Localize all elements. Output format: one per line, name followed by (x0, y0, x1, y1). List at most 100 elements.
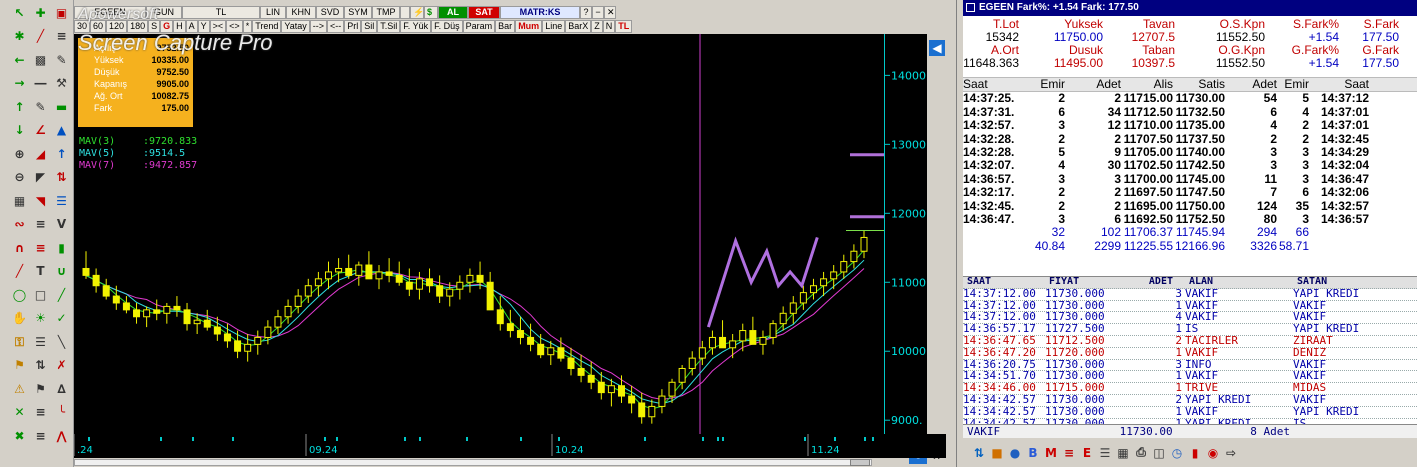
candle[interactable] (153, 299, 161, 321)
mail-icon[interactable]: M (1043, 445, 1059, 461)
candle[interactable] (527, 323, 535, 352)
cross-icon[interactable]: ✖ (10, 426, 29, 445)
fork-icon[interactable]: ⋀ (52, 426, 71, 445)
magnify-minus-icon[interactable]: ⊖ (10, 168, 29, 187)
order-book-row[interactable]: 14:36:57. 3 3 11700.00 11745.00 11 3 14:36:47 (963, 173, 1417, 186)
candle[interactable] (516, 316, 524, 345)
list-icon[interactable]: ≡ (1061, 445, 1077, 461)
slash-icon[interactable]: ╱ (52, 285, 71, 304)
check-icon[interactable]: ✓ (52, 309, 71, 328)
pitch-icon[interactable]: ≡ (31, 238, 50, 257)
magnify-plus-icon[interactable]: ⊕ (10, 144, 29, 163)
candle[interactable] (203, 309, 211, 331)
candle[interactable] (324, 261, 332, 290)
globe-icon[interactable]: ● (1007, 445, 1023, 461)
arrow-left-icon[interactable]: ◀ (929, 40, 945, 56)
candle[interactable] (719, 320, 727, 349)
candle[interactable] (335, 258, 343, 283)
tools-icon[interactable]: ⚒ (52, 74, 71, 93)
trade-row[interactable]: 14:37:12.00 11730.000 1 VAKIF VAKIF (963, 301, 1417, 313)
order-book-row[interactable]: 14:32:28. 5 9 11705.00 11740.00 3 3 14:34:29 (963, 146, 1417, 159)
candle[interactable] (860, 230, 868, 259)
layout-icon[interactable]: ◫ (1151, 445, 1167, 461)
order-book-row[interactable]: 14:32:57. 3 12 11710.00 11735.00 4 2 14:37:01 (963, 119, 1417, 132)
bold-b-icon[interactable]: B (1025, 445, 1041, 461)
arrow-down-icon[interactable]: ↓ (10, 121, 29, 140)
list-icon[interactable]: ☰ (52, 191, 71, 210)
trade-row[interactable]: 14:34:51.70 11730.000 1 VAKIF VAKIF (963, 371, 1417, 384)
help-icon[interactable]: ? (580, 6, 592, 19)
arrow-right-icon[interactable]: → (10, 74, 29, 93)
trade-row[interactable]: 14:34:42.57 11730.000 2 YAPI KREDI VAKIF (963, 395, 1417, 407)
candle[interactable] (830, 265, 838, 290)
trade-row[interactable]: 14:37:12.00 11730.000 4 VAKIF VAKIF (963, 312, 1417, 325)
export-icon[interactable]: ⇨ (1223, 445, 1239, 461)
order-book-row[interactable]: 14:37:31. 6 34 11712.50 11732.50 6 4 14:37:01 (963, 106, 1417, 119)
candle[interactable] (577, 354, 585, 383)
stack-icon[interactable]: ☰ (31, 332, 50, 351)
candle[interactable] (607, 378, 615, 407)
toolbar-button-fyk[interactable]: F. Yük (400, 20, 432, 33)
order-book-row[interactable]: 14:32:07. 4 30 11702.50 11742.50 3 3 14:32:04 (963, 159, 1417, 172)
candle[interactable] (789, 296, 797, 324)
cursor-icon[interactable]: ↖ (10, 3, 29, 22)
fib-icon[interactable]: ≡ (52, 27, 71, 46)
chart-canvas[interactable] (74, 34, 884, 434)
candlestick-chart[interactable] (74, 34, 884, 434)
candle[interactable] (163, 302, 171, 324)
fan-icon[interactable]: ◢ (31, 144, 50, 163)
text-icon[interactable]: T (31, 262, 50, 281)
clock-icon[interactable]: ◷ (1169, 445, 1185, 461)
zoom-icon[interactable]: ▣ (52, 3, 71, 22)
trade-row[interactable]: 14:36:47.65 11712.500 2 TACIRLER ZIRAAT (963, 336, 1417, 348)
wave-icon[interactable]: ∾ (10, 215, 29, 234)
channel-icon[interactable]: ▩ (31, 50, 50, 69)
toolbar-button-tl[interactable]: TL (615, 20, 633, 33)
toolbar-button-tmp[interactable]: TMP (372, 6, 400, 19)
candle[interactable] (799, 285, 807, 310)
candle[interactable] (314, 271, 322, 297)
toolbar-button-svd[interactable]: SVD (316, 6, 344, 19)
candle[interactable] (304, 278, 312, 303)
columns-icon[interactable]: ▮ (1187, 445, 1203, 461)
toolbar-button-n[interactable]: N (602, 20, 616, 33)
candle[interactable] (82, 251, 90, 279)
candle[interactable] (749, 316, 757, 345)
vision-icon[interactable]: V (52, 215, 71, 234)
window-control-icon[interactable] (966, 3, 975, 12)
lock-icon[interactable]: ⚿ (10, 332, 29, 351)
stat-icon[interactable]: ⇅ (52, 168, 71, 187)
candle[interactable] (385, 258, 393, 283)
bracket-icon[interactable]: ∪ (52, 262, 71, 281)
candle[interactable] (486, 271, 494, 311)
candle[interactable] (809, 278, 817, 300)
toolbar-button-sil[interactable]: Sil (361, 20, 378, 33)
edit-icon[interactable]: ✎ (52, 50, 71, 69)
candle[interactable] (365, 251, 373, 280)
trade-row[interactable]: 14:37:12.00 11730.000 3 VAKIF YAPI KREDI (963, 289, 1417, 301)
candle[interactable] (759, 330, 767, 355)
candle[interactable] (840, 254, 848, 279)
spray-icon[interactable]: ☀ (31, 309, 50, 328)
vertical-scrollbar[interactable]: ◀ ↻ ◀ ▶ (909, 34, 947, 467)
arrow-left-icon[interactable]: ← (10, 50, 29, 69)
dollar-icon[interactable]: $ (424, 6, 438, 19)
candle[interactable] (567, 347, 575, 376)
pan-icon[interactable]: ✚ (31, 3, 50, 22)
trade-row[interactable]: 14:34:42.57 11730.000 1 VAKIF YAPI KREDI (963, 407, 1417, 419)
candle[interactable] (234, 330, 242, 359)
printer-icon[interactable]: ⎙ (1133, 445, 1149, 461)
candle[interactable] (426, 268, 434, 293)
sell-button[interactable]: SAT (468, 6, 500, 19)
grid-square-icon[interactable]: ▦ (10, 191, 29, 210)
diagonal-icon[interactable]: ╲ (52, 332, 71, 351)
candle[interactable] (375, 265, 383, 290)
ellipse-icon[interactable]: ◯ (10, 285, 29, 304)
filter-icon[interactable]: ☰ (1097, 445, 1113, 461)
chart-icon[interactable]: ╰ (52, 403, 71, 422)
box-icon[interactable]: □ (31, 285, 50, 304)
candle[interactable] (658, 389, 666, 414)
toolbar-button-khn[interactable]: KHN (286, 6, 316, 19)
candle[interactable] (466, 268, 474, 293)
flag-icon[interactable]: ⚑ (31, 379, 50, 398)
